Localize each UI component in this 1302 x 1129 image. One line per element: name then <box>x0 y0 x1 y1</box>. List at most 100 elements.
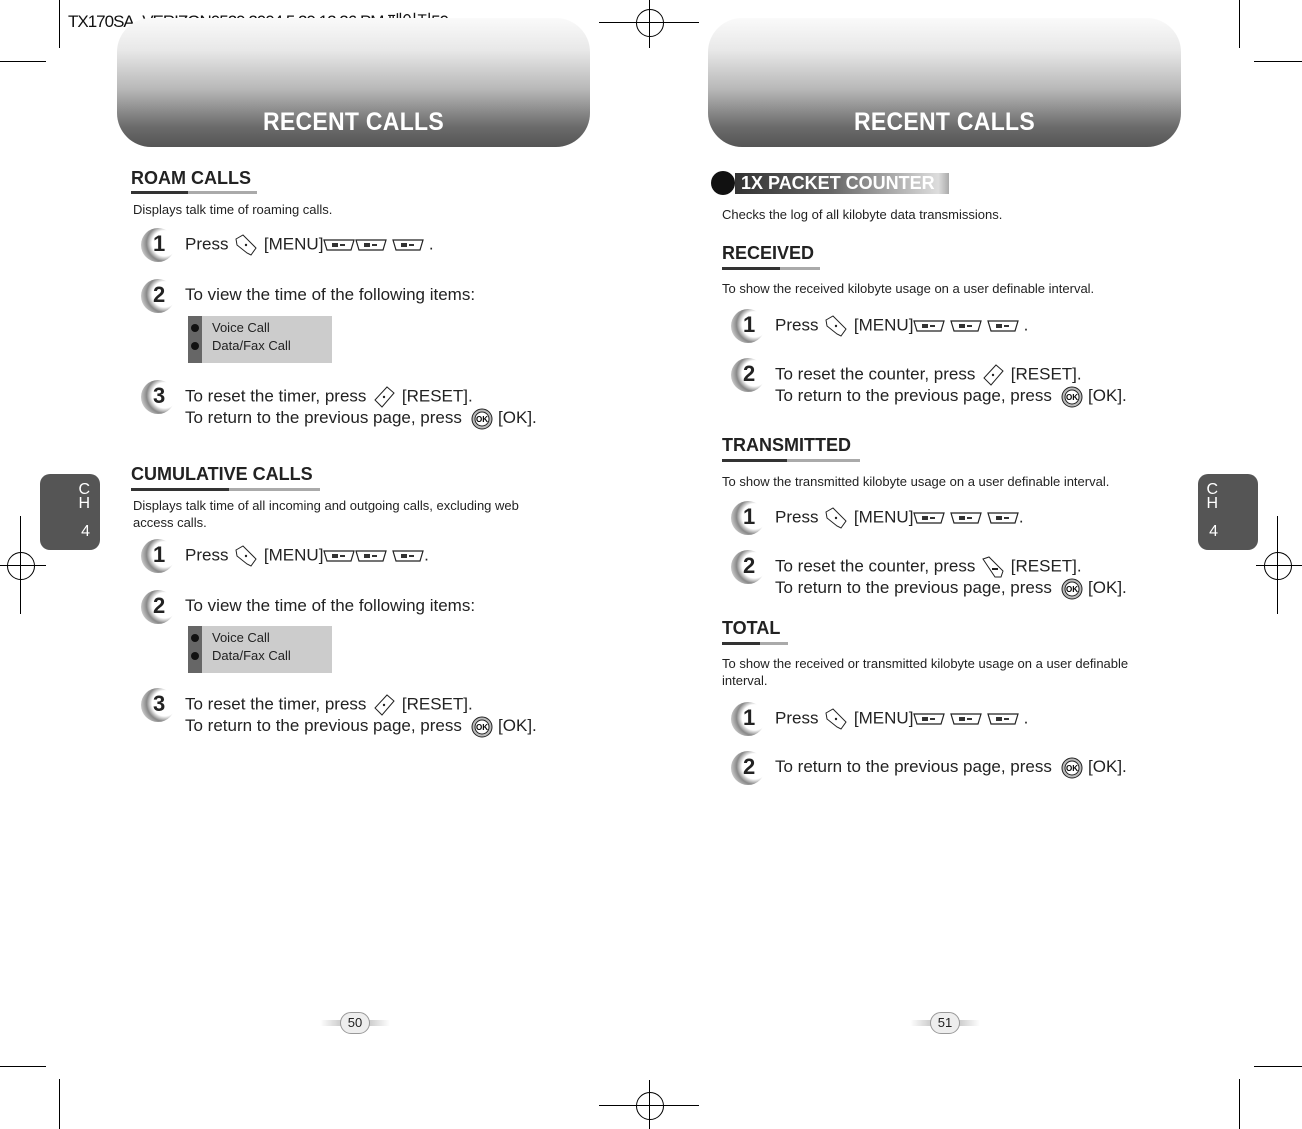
end-key-icon <box>233 545 259 567</box>
section-description: To show the received kilobyte usage on a… <box>722 281 1095 296</box>
end-key-icon <box>233 234 259 256</box>
section-underline <box>131 488 320 491</box>
step-text: To reset the counter, press [RESET]. <box>775 364 1082 386</box>
soft-key-icon <box>371 386 397 408</box>
list-item: Data/Fax Call <box>212 338 291 353</box>
number-key-icon <box>913 507 946 526</box>
step-text: Press [MENU] . <box>775 708 1029 730</box>
svg-text:OK: OK <box>476 723 488 732</box>
section-underline <box>722 642 788 645</box>
number-key-icon <box>987 315 1019 334</box>
crop-mark <box>1239 0 1240 48</box>
section-description: To show the transmitted kilobyte usage o… <box>722 474 1110 489</box>
step-number-badge: 1 <box>141 228 175 262</box>
svg-text:OK: OK <box>476 415 488 424</box>
clear-key-icon <box>980 556 1006 578</box>
number-key-icon <box>355 234 388 253</box>
item-list: Voice Call Data/Fax Call <box>188 316 332 363</box>
soft-key-icon <box>980 364 1006 386</box>
number-key-icon <box>950 708 982 727</box>
number-key-icon <box>950 507 982 526</box>
ok-key-icon: OK <box>1061 757 1083 779</box>
ok-key-icon: OK <box>471 716 493 738</box>
step-text: To reset the counter, press [RESET]. <box>775 556 1082 578</box>
section-description: Displays talk time of roaming calls. <box>133 202 333 217</box>
step-text: Press [MENU] . <box>185 234 434 256</box>
svg-text:OK: OK <box>1066 393 1078 402</box>
page-title: RECENT CALLS <box>263 108 444 136</box>
bullet-icon <box>191 342 199 350</box>
chapter-letter: H <box>1206 495 1218 512</box>
ok-key-icon: OK <box>471 408 493 430</box>
soft-key-icon <box>371 694 397 716</box>
registration-mark <box>7 552 35 580</box>
crop-mark <box>0 565 46 566</box>
section-description: Checks the log of all kilobyte data tran… <box>722 207 1003 222</box>
ok-key-icon: OK <box>1061 386 1083 408</box>
svg-text:OK: OK <box>1066 764 1078 773</box>
step-text: Press [MENU] . <box>185 545 429 567</box>
crop-mark <box>20 516 21 614</box>
crop-mark <box>1254 1066 1302 1067</box>
section-underline <box>722 267 820 270</box>
section-title: RECEIVED <box>722 243 815 263</box>
registration-mark <box>1264 552 1292 580</box>
crop-mark <box>1277 516 1278 614</box>
step-number-badge: 1 <box>141 539 175 573</box>
bullet-icon <box>711 171 735 195</box>
section-title: CUMULATIVE CALLS <box>131 464 313 484</box>
crop-mark <box>1239 1079 1240 1129</box>
step-number-badge: 1 <box>731 501 765 535</box>
bullet-icon <box>191 634 199 642</box>
step-text: Press [MENU] . <box>775 507 1024 529</box>
registration-mark <box>636 9 664 37</box>
step-text: To reset the timer, press [RESET]. <box>185 694 473 716</box>
step-number-badge: 2 <box>731 358 765 392</box>
crop-mark <box>0 1066 46 1067</box>
page-number: 51 <box>910 1012 980 1034</box>
list-item: Voice Call <box>212 320 270 335</box>
step-number-badge: 2 <box>731 550 765 584</box>
number-key-icon <box>355 545 388 564</box>
number-key-icon <box>913 708 946 727</box>
step-number-badge: 3 <box>141 380 175 414</box>
step-number-badge: 3 <box>141 688 175 722</box>
page-header-left: RECENT CALLS <box>117 18 590 147</box>
crop-mark <box>59 1079 60 1129</box>
step-number-badge: 2 <box>141 279 175 313</box>
chapter-number: 4 <box>81 523 90 540</box>
page-number: 50 <box>320 1012 390 1034</box>
step-text: To view the time of the following items: <box>185 596 476 615</box>
crop-mark <box>1254 61 1302 62</box>
page-title: RECENT CALLS <box>854 108 1035 136</box>
step-number-badge: 1 <box>731 309 765 343</box>
number-key-icon <box>950 315 982 334</box>
list-item: Voice Call <box>212 630 270 645</box>
section-description: Displays talk time of all incoming and o… <box>133 498 519 530</box>
crop-mark <box>649 0 650 48</box>
number-key-icon <box>987 708 1019 727</box>
section-underline <box>131 191 257 194</box>
section-title: ROAM CALLS <box>131 168 251 188</box>
step-text: To return to the previous page, press OK… <box>185 408 537 430</box>
section-description: To show the received or transmitted kilo… <box>722 656 1129 688</box>
chapter-tab: C H 4 <box>1198 474 1258 550</box>
ok-key-icon: OK <box>1061 578 1083 600</box>
step-text: Press [MENU] . <box>775 315 1029 337</box>
step-number-badge: 2 <box>141 590 175 624</box>
end-key-icon <box>823 507 849 529</box>
page-header-right: RECENT CALLS <box>708 18 1181 147</box>
list-item: Data/Fax Call <box>212 648 291 663</box>
registration-mark <box>636 1092 664 1120</box>
item-list: Voice Call Data/Fax Call <box>188 626 332 673</box>
step-text: To return to the previous page, press OK… <box>185 716 537 738</box>
number-key-icon <box>913 315 946 334</box>
chapter-letter: H <box>78 495 90 512</box>
crop-mark <box>0 61 46 62</box>
step-text: To return to the previous page, press OK… <box>775 757 1127 779</box>
crop-mark <box>1256 565 1302 566</box>
end-key-icon <box>823 708 849 730</box>
number-key-icon <box>323 545 356 564</box>
number-key-icon <box>392 545 424 564</box>
section-title: TOTAL <box>722 618 781 638</box>
